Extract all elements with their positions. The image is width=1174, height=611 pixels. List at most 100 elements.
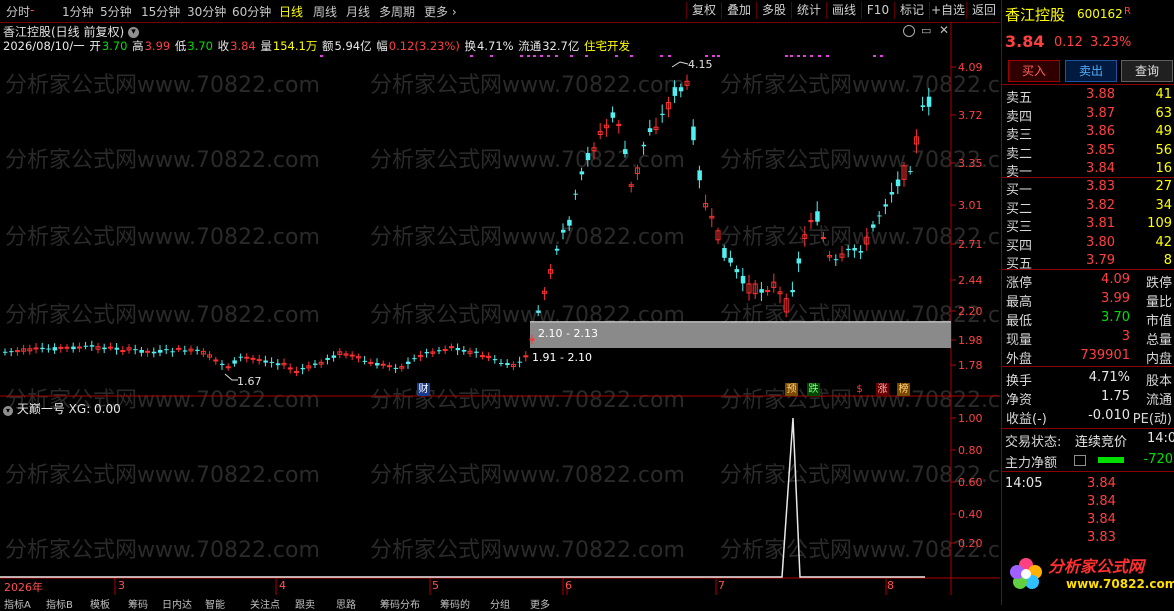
book-row-volume: 27 bbox=[1155, 179, 1172, 194]
bottom-tab[interactable]: 指标B bbox=[46, 596, 73, 611]
period-tab-1min[interactable]: - bbox=[30, 3, 34, 17]
candle-body bbox=[158, 349, 163, 353]
bottom-tab[interactable]: 日内达 bbox=[162, 596, 192, 611]
kline-chart[interactable]: 分析家公式网www.70822.com 分析家公式网www.70822.com 分析… bbox=[0, 22, 1000, 595]
candle-body bbox=[536, 310, 541, 313]
bottom-tab[interactable]: 思路 bbox=[336, 596, 356, 611]
time-label-jul: 7 bbox=[718, 579, 725, 592]
multi-stock-button[interactable]: 多股 bbox=[756, 2, 791, 19]
signal-dot bbox=[880, 55, 883, 57]
candle-body bbox=[424, 352, 430, 354]
signal-dot bbox=[555, 55, 558, 57]
period-tab-daily[interactable]: 日线 bbox=[279, 3, 303, 20]
site-logo: 分析家公式网 www.70822.com bbox=[1006, 545, 1174, 600]
bottom-tab[interactable]: 关注点 bbox=[250, 596, 280, 611]
book-row[interactable]: 卖二 3.85 56 bbox=[1002, 143, 1174, 162]
tick-time: 14:05 bbox=[1005, 476, 1043, 491]
overlay-button[interactable]: 叠加 bbox=[721, 2, 756, 19]
bottom-tab[interactable]: 筹码 bbox=[128, 596, 148, 611]
book-row-label: 买一 bbox=[1006, 183, 1033, 198]
candle-body bbox=[89, 345, 95, 347]
stat-row: 涨停 4.09 跌停 bbox=[1002, 272, 1174, 291]
period-tab-15min[interactable]: 15分钟 bbox=[141, 3, 180, 20]
period-tab-30min[interactable]: 30分钟 bbox=[187, 3, 226, 20]
mark-button[interactable]: 标记 bbox=[894, 2, 929, 19]
event-tag-forecast[interactable]: 预 bbox=[785, 383, 798, 396]
event-tag-fall[interactable]: 跌 bbox=[807, 383, 820, 396]
book-row[interactable]: 卖三 3.86 49 bbox=[1002, 124, 1174, 143]
stat-row: 换手 4.71% 股本 bbox=[1002, 370, 1174, 389]
book-row[interactable]: 买三 3.81 109 bbox=[1002, 216, 1174, 235]
period-tab-1min[interactable]: 1分钟 bbox=[62, 3, 94, 20]
candle-body bbox=[256, 359, 262, 362]
period-tab-fenshi[interactable]: 分时 bbox=[6, 3, 30, 20]
period-tab-monthly[interactable]: 月线 bbox=[346, 3, 370, 20]
period-tab-5min[interactable]: 5分钟 bbox=[100, 3, 132, 20]
bottom-tab[interactable]: 模板 bbox=[90, 596, 110, 611]
book-row-price: 3.80 bbox=[1086, 234, 1115, 250]
trade-state-time: 14:0 bbox=[1147, 431, 1174, 446]
period-tab-60min[interactable]: 60分钟 bbox=[232, 3, 271, 20]
bottom-tab[interactable]: 更多 bbox=[530, 596, 550, 611]
period-tab-more[interactable]: 更多 › bbox=[424, 3, 457, 20]
bottom-tab[interactable]: 指标A bbox=[4, 596, 31, 611]
book-row[interactable]: 买二 3.82 34 bbox=[1002, 197, 1174, 217]
candle-body bbox=[448, 346, 454, 349]
candle-body bbox=[728, 257, 733, 263]
divider bbox=[1002, 177, 1174, 178]
book-row[interactable]: 买一 3.83 27 bbox=[1002, 179, 1174, 198]
restore-rights-button[interactable]: 复权 bbox=[686, 2, 721, 19]
buy-button[interactable]: 买入 bbox=[1008, 60, 1060, 82]
query-button[interactable]: 查询 bbox=[1121, 60, 1173, 82]
time-label-year: 2026年 bbox=[4, 581, 43, 594]
book-row[interactable]: 卖五 3.88 41 bbox=[1002, 87, 1174, 106]
bottom-tab[interactable]: 智能 bbox=[205, 596, 225, 611]
signal-dot bbox=[803, 55, 806, 57]
back-button[interactable]: 返回 bbox=[966, 2, 1001, 19]
watermark-text: 分析家公式网www.70822.com bbox=[370, 463, 685, 488]
event-tag-rank[interactable]: 榜 bbox=[897, 383, 910, 396]
book-row-price: 3.82 bbox=[1086, 197, 1115, 213]
candle-body bbox=[76, 346, 82, 349]
candle-body bbox=[64, 346, 70, 349]
stock-code: 600162 bbox=[1077, 7, 1123, 21]
book-row[interactable]: 买四 3.80 42 bbox=[1002, 234, 1174, 254]
bottom-tab[interactable]: 跟卖 bbox=[295, 596, 315, 611]
indicator-menu-icon[interactable]: ▾ bbox=[3, 406, 13, 416]
period-tab-multi[interactable]: 多周期 bbox=[379, 3, 415, 20]
f10-button[interactable]: F10 bbox=[861, 2, 894, 19]
logo-text: 分析家公式网 bbox=[1048, 557, 1145, 576]
indicator-tick-label: 0.60 bbox=[958, 476, 983, 489]
draw-line-button[interactable]: 画线 bbox=[826, 2, 861, 19]
indicator-header[interactable]: ▾ 天巅一号 XG: 0.00 bbox=[3, 400, 121, 417]
book-row-label: 卖三 bbox=[1006, 128, 1033, 143]
event-tag-dollar[interactable]: $ bbox=[853, 383, 866, 396]
stat-label-2: 跌停 bbox=[1145, 276, 1172, 291]
candle-body bbox=[33, 347, 39, 350]
stat-label: 最高 bbox=[1006, 295, 1033, 310]
bottom-tab[interactable]: 筹码的 bbox=[440, 596, 470, 611]
candle-body bbox=[269, 361, 275, 363]
add-favorite-button[interactable]: +自选 bbox=[929, 2, 966, 19]
zone-upper-label: 2.10 - 2.13 bbox=[538, 327, 598, 340]
book-row[interactable]: 卖四 3.87 63 bbox=[1002, 106, 1174, 125]
statistics-button[interactable]: 统计 bbox=[791, 2, 826, 19]
bottom-tab[interactable]: 筹码分布 bbox=[380, 596, 420, 611]
candle-body bbox=[610, 112, 616, 118]
candle-body bbox=[325, 358, 330, 360]
candle-body bbox=[145, 350, 151, 353]
sell-button[interactable]: 卖出 bbox=[1065, 60, 1117, 82]
mainforce-label: 主力净额 bbox=[1005, 456, 1058, 471]
event-tag-rise[interactable]: 涨 bbox=[876, 383, 889, 396]
book-row-price: 3.83 bbox=[1086, 179, 1115, 194]
trade-state: 连续竞价 bbox=[1075, 435, 1128, 450]
watermark-text: 分析家公式网www.70822.com bbox=[5, 303, 320, 328]
signal-dot bbox=[520, 55, 523, 57]
price-tick-label: 2.20 bbox=[958, 305, 983, 318]
candle-body bbox=[523, 355, 529, 358]
bottom-tab[interactable]: 分组 bbox=[490, 596, 510, 611]
event-tag-finance[interactable]: 财 bbox=[417, 383, 430, 396]
list-icon[interactable] bbox=[1074, 455, 1086, 466]
stat-value: 4.71% bbox=[1088, 370, 1130, 385]
period-tab-weekly[interactable]: 周线 bbox=[313, 3, 337, 20]
